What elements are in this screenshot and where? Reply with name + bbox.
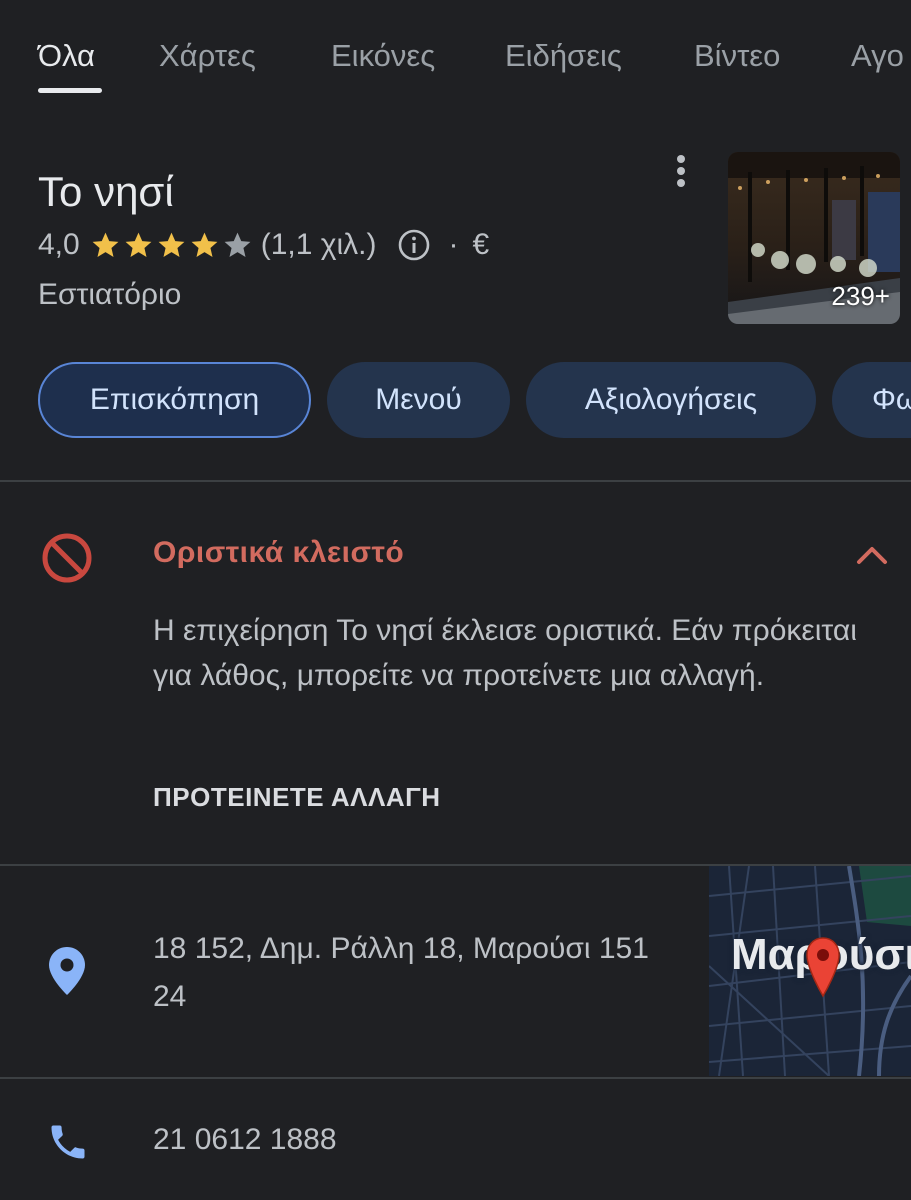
star-empty-icon (224, 232, 251, 257)
place-chips: Επισκόπηση Μενού Αξιολογήσεις Φω (0, 362, 911, 440)
map-marker-icon (806, 937, 840, 998)
tab-maps[interactable]: Χάρτες (159, 38, 256, 74)
place-category: Εστιατόριο (38, 278, 182, 311)
star-filled-icon (158, 232, 185, 257)
phone-icon (51, 1125, 85, 1159)
price-level: € (472, 228, 490, 261)
tab-news[interactable]: Ειδήσεις (505, 38, 622, 74)
suggest-edit-button[interactable]: ΠΡΟΤΕΙΝΕΤΕ ΑΛΛΑΓΗ (153, 782, 441, 813)
rating-value: 4,0 (38, 228, 80, 261)
chip-photos[interactable]: Φω (832, 362, 911, 438)
active-tab-indicator (38, 88, 102, 93)
place-title: Το νησί (38, 168, 174, 215)
rating-line: 4,0 (1,1 χιλ.) · € (38, 228, 489, 262)
chevron-up-icon[interactable] (853, 536, 891, 574)
divider (0, 480, 911, 482)
star-filled-icon (125, 232, 152, 257)
separator-dot: · (448, 228, 459, 261)
chip-menu[interactable]: Μενού (327, 362, 510, 438)
search-tabs: Όλα Χάρτες Εικόνες Ειδήσεις Βίντεο Αγο (0, 0, 911, 110)
closed-description: Η επιχείρηση Το νησί έκλεισε οριστικά. Ε… (153, 614, 857, 692)
divider (0, 1077, 911, 1079)
star-filled-icon (92, 232, 119, 257)
closed-title: Οριστικά κλειστό (153, 536, 405, 569)
address-text[interactable]: 18 152, Δημ. Ράλλη 18, Μαρούσι 151 24 (153, 925, 683, 1021)
rating-stars (90, 230, 255, 261)
chip-overview[interactable]: Επισκόπηση (38, 362, 311, 438)
tab-videos[interactable]: Βίντεο (694, 38, 780, 74)
photo-count: 239+ (831, 281, 890, 311)
review-count[interactable]: (1,1 χιλ.) (261, 228, 377, 262)
star-filled-icon (191, 232, 218, 257)
phone-number[interactable]: 21 0612 1888 (153, 1123, 337, 1157)
map-thumbnail[interactable]: Μαρούσι (709, 866, 911, 1076)
tab-shopping[interactable]: Αγο (851, 38, 904, 74)
place-photo[interactable]: 239+ (728, 152, 900, 324)
tab-images[interactable]: Εικόνες (331, 38, 435, 74)
more-vert-icon[interactable] (666, 150, 696, 196)
block-icon (42, 533, 92, 583)
tab-all[interactable]: Όλα (38, 38, 95, 74)
location-pin-icon (49, 947, 85, 995)
chip-reviews[interactable]: Αξιολογήσεις (526, 362, 816, 438)
info-icon[interactable] (397, 228, 431, 262)
